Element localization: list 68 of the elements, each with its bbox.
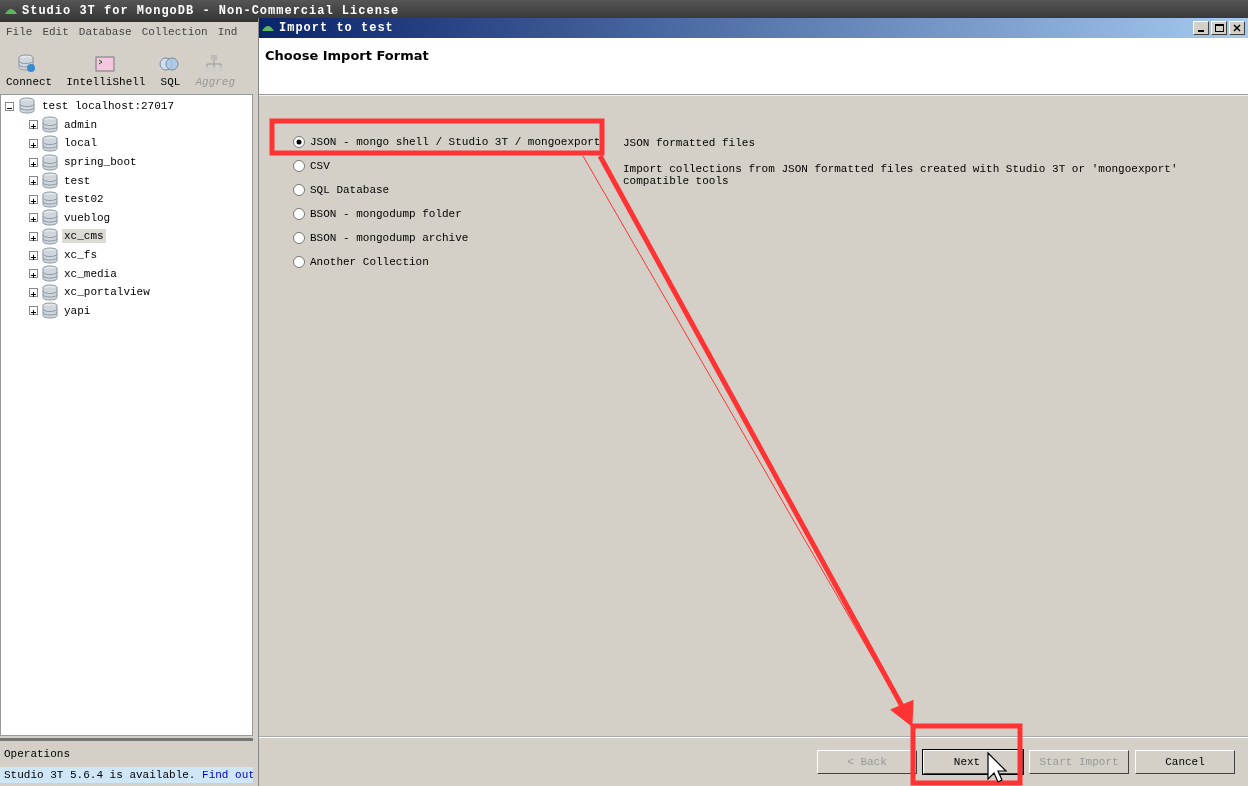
- tree-item[interactable]: yapi: [62, 303, 93, 318]
- tree-item[interactable]: test02: [62, 192, 106, 207]
- menu-item[interactable]: Ind: [217, 26, 238, 38]
- menu-item[interactable]: Database: [78, 26, 132, 38]
- dialog-title: Import to test: [279, 21, 394, 35]
- toolbar-button[interactable]: Connect: [6, 54, 53, 88]
- database-icon: [42, 172, 58, 190]
- tree-item[interactable]: test localhost:27017: [40, 99, 177, 114]
- dialog-button[interactable]: Cancel: [1135, 750, 1235, 774]
- database-icon: [42, 153, 58, 171]
- tree-item[interactable]: xc_cms: [62, 229, 106, 244]
- minimize-button[interactable]: [1193, 21, 1209, 35]
- radio-option[interactable]: Another Collection: [293, 254, 601, 270]
- description-text: Import collections from JSON formatted files created with Studio 3T or 'mongoexport' compatible tools: [623, 163, 1179, 187]
- status-text: Studio 3T 5.6.4 is available.: [4, 769, 196, 781]
- panel-title: Operations: [4, 748, 70, 760]
- tree-item[interactable]: xc_fs: [62, 248, 99, 263]
- menu-item[interactable]: File: [6, 26, 33, 38]
- toolbar-button[interactable]: IntelliShell: [66, 54, 146, 88]
- update-link[interactable]: Find out: [202, 769, 253, 781]
- database-icon: [42, 265, 58, 283]
- database-icon: [42, 209, 58, 227]
- expand-icon[interactable]: [29, 287, 38, 297]
- expand-icon[interactable]: [29, 250, 38, 260]
- expand-icon[interactable]: [29, 157, 38, 167]
- expand-icon[interactable]: [29, 269, 38, 279]
- tree-item[interactable]: local: [62, 136, 99, 151]
- radio-option[interactable]: BSON - mongodump archive: [293, 230, 601, 246]
- expand-icon[interactable]: [29, 120, 38, 130]
- menu-item[interactable]: Collection: [141, 26, 208, 38]
- tree-item[interactable]: xc_media: [62, 266, 119, 281]
- expand-icon[interactable]: [29, 176, 38, 186]
- cursor-icon: [987, 751, 1008, 783]
- database-icon: [42, 116, 58, 134]
- tree-item[interactable]: spring_boot: [62, 155, 139, 170]
- tree-item[interactable]: vueblog: [62, 210, 113, 225]
- page-heading: Choose Import Format: [265, 48, 430, 63]
- database-connect-icon: [18, 54, 36, 72]
- database-icon: [42, 135, 58, 152]
- close-icon: [1233, 24, 1241, 32]
- database-icon: [42, 190, 58, 208]
- expand-icon[interactable]: [29, 194, 38, 204]
- terminal-icon: [95, 56, 115, 72]
- tree-item[interactable]: admin: [62, 117, 99, 132]
- window-title: Studio 3T for MongoDB - Non-Commercial License: [22, 4, 400, 18]
- database-icon: [42, 227, 58, 245]
- menu-item[interactable]: Edit: [42, 26, 69, 38]
- close-button[interactable]: [1229, 21, 1245, 35]
- expand-icon[interactable]: [29, 139, 38, 148]
- radio-option[interactable]: BSON - mongodump folder: [293, 206, 601, 222]
- radio-option[interactable]: SQL Database: [293, 182, 601, 198]
- description-title: JSON formatted files: [623, 137, 757, 149]
- expand-icon[interactable]: [29, 213, 38, 223]
- tree-item[interactable]: test: [62, 173, 93, 188]
- hierarchy-icon: [205, 55, 224, 72]
- maximize-button[interactable]: [1211, 21, 1227, 35]
- maximize-icon: [1214, 24, 1224, 32]
- collapse-icon[interactable]: [5, 101, 14, 111]
- overlapping-circles-icon: [159, 57, 179, 71]
- radio-option[interactable]: JSON - mongo shell / Studio 3T / mongoexport: [293, 134, 601, 150]
- toolbar-button[interactable]: SQL: [159, 54, 182, 88]
- tree-item[interactable]: xc_portalview: [62, 285, 152, 300]
- expand-icon[interactable]: [29, 231, 38, 241]
- database-icon: [42, 302, 58, 320]
- database-icon: [42, 246, 58, 264]
- radio-option[interactable]: CSV: [293, 158, 601, 174]
- expand-icon[interactable]: [29, 306, 38, 316]
- database-icon: [42, 283, 58, 301]
